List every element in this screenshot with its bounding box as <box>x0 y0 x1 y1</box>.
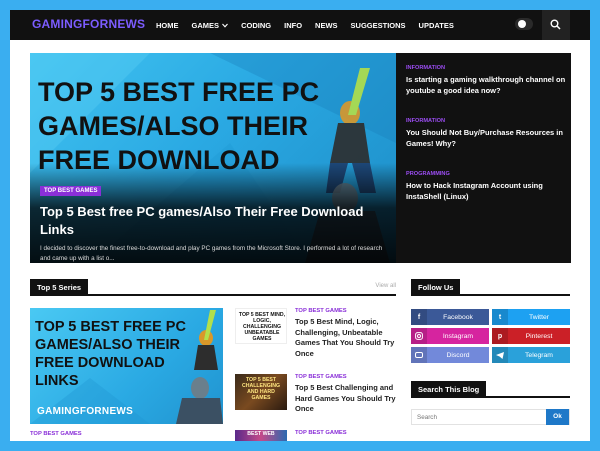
nav-home[interactable]: HOME <box>156 21 179 30</box>
chevron-down-icon <box>222 23 229 28</box>
facebook-link[interactable]: f Facebook <box>411 309 489 325</box>
side-post-category[interactable]: INFORMATION <box>406 65 566 71</box>
post-thumbnail[interactable]: Top 5 Best Mind, Logic, Challenging Unbe… <box>235 308 287 344</box>
post-thumbnail[interactable]: BEST WEB <box>235 430 287 441</box>
blog-search-input[interactable] <box>412 410 542 424</box>
main-menu: HOME GAMES CODING INFO NEWS SUGGESTIONS … <box>156 10 467 40</box>
post-title[interactable]: Top 5 Best Challenging and Hard Games Yo… <box>295 383 401 415</box>
thumbnail-text: Top 5 Best Mind, Logic, Challenging Unbe… <box>238 312 286 342</box>
telegram-link[interactable]: Telegram <box>492 347 570 363</box>
side-post[interactable]: INFORMATION You Should Not Buy/Purchase … <box>406 118 566 149</box>
list-item[interactable]: Top 5 Best Mind, Logic, Challenging Unbe… <box>235 308 410 358</box>
nav-info[interactable]: INFO <box>284 21 302 30</box>
top5-section-header: Top 5 Series View all <box>30 279 396 296</box>
dark-mode-toggle[interactable] <box>515 18 533 30</box>
section-title: Search This Blog <box>411 381 487 397</box>
thumbnail-text: BEST WEB <box>247 431 275 437</box>
social-label: Discord <box>446 351 470 359</box>
side-post-title[interactable]: How to Hack Instagram Account using Inst… <box>406 180 566 202</box>
list-item[interactable]: TOP 5 BEST CHALLENGING AND HARD GAMES TO… <box>235 374 410 414</box>
nav-games-label: GAMES <box>191 20 220 30</box>
blog-search-box: Ok <box>411 409 570 425</box>
navbar: GAMINGFORNEWS HOME GAMES CODING INFO NEW… <box>10 10 590 40</box>
nav-news[interactable]: NEWS <box>315 21 338 30</box>
side-post-title[interactable]: You Should Not Buy/Purchase Resources in… <box>406 127 566 149</box>
pinterest-icon: p <box>492 328 508 344</box>
series-image-text: TOP 5 BEST FREE PC GAMES/ALSO THEIR FREE… <box>35 319 186 389</box>
post-thumbnail[interactable]: TOP 5 BEST CHALLENGING AND HARD GAMES <box>235 374 287 410</box>
side-post-title[interactable]: Is starting a gaming walkthrough channel… <box>406 74 566 96</box>
nav-coding[interactable]: CODING <box>241 21 271 30</box>
nav-suggestions[interactable]: SUGGESTIONS <box>351 21 406 30</box>
search-blog-section-header: Search This Blog <box>411 381 570 398</box>
site-logo[interactable]: GAMINGFORNEWS <box>32 17 145 31</box>
side-post[interactable]: PROGRAMMING How to Hack Instagram Accoun… <box>406 171 566 202</box>
moon-toggle-icon <box>518 20 526 28</box>
twitter-link[interactable]: t Twitter <box>492 309 570 325</box>
instagram-link[interactable]: Instagram <box>411 328 489 344</box>
list-item[interactable]: BEST WEB TOP BEST GAMES <box>235 430 410 441</box>
series-featured-category[interactable]: TOP BEST GAMES <box>30 431 82 437</box>
telegram-icon <box>492 347 508 363</box>
hero-excerpt: I decided to discover the finest free-to… <box>40 245 383 262</box>
blog-search-ok-button[interactable]: Ok <box>546 409 569 425</box>
social-label: Instagram <box>442 332 474 340</box>
social-label: Pinterest <box>525 332 553 340</box>
series-featured-image[interactable]: TOP 5 BEST FREE PC GAMES/ALSO THEIR FREE… <box>30 308 223 424</box>
discord-icon <box>411 347 427 363</box>
pinterest-link[interactable]: p Pinterest <box>492 328 570 344</box>
view-all-link[interactable]: View all <box>375 283 396 289</box>
post-category[interactable]: TOP BEST GAMES <box>295 308 347 314</box>
instagram-icon <box>411 328 427 344</box>
series-image-brand: GAMINGFORNEWS <box>37 406 134 417</box>
section-title: Follow Us <box>411 279 461 295</box>
facebook-icon: f <box>411 309 427 325</box>
social-label: Facebook <box>443 313 473 321</box>
side-post[interactable]: INFORMATION Is starting a gaming walkthr… <box>406 65 566 96</box>
hero-category-tag[interactable]: TOP BEST GAMES <box>40 186 102 196</box>
hero-featured-post[interactable]: TOP 5 BEST FREE PC GAMES/ALSO THEIR FREE… <box>30 53 396 263</box>
social-label: Twitter <box>528 313 549 321</box>
hero-image-text: TOP 5 BEST FREE PC GAMES/ALSO THEIR FREE… <box>38 77 320 175</box>
follow-section-header: Follow Us <box>411 279 570 296</box>
side-post-category[interactable]: INFORMATION <box>406 118 566 124</box>
post-category[interactable]: TOP BEST GAMES <box>295 374 347 380</box>
section-title: Top 5 Series <box>30 279 89 295</box>
page: GAMINGFORNEWS HOME GAMES CODING INFO NEW… <box>10 10 590 441</box>
side-post-category[interactable]: PROGRAMMING <box>406 171 566 177</box>
nav-updates[interactable]: UPDATES <box>419 21 454 30</box>
twitter-icon: t <box>492 309 508 325</box>
thumbnail-text: TOP 5 BEST CHALLENGING AND HARD GAMES <box>241 377 281 401</box>
hero-side-list: INFORMATION Is starting a gaming walkthr… <box>396 53 571 263</box>
header-search-button[interactable] <box>542 10 570 40</box>
post-title[interactable]: Top 5 Best Mind, Logic, Challenging, Unb… <box>295 317 401 359</box>
social-label: Telegram <box>525 351 553 359</box>
nav-games[interactable]: GAMES <box>192 21 229 30</box>
discord-link[interactable]: Discord <box>411 347 489 363</box>
hero-title[interactable]: Top 5 Best free PC games/Also Their Free… <box>40 203 390 239</box>
post-category[interactable]: TOP BEST GAMES <box>295 430 347 436</box>
search-icon <box>550 19 561 30</box>
